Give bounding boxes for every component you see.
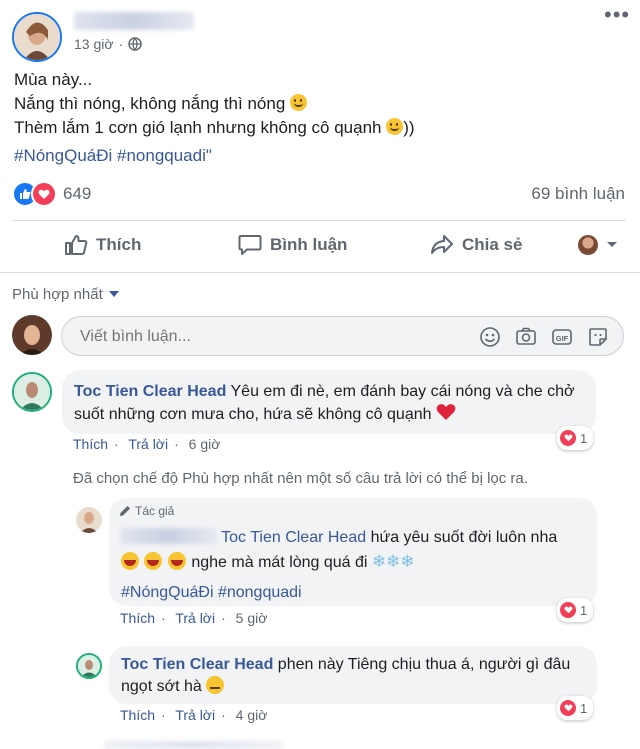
current-user-avatar bbox=[12, 315, 52, 355]
share-button[interactable]: Chia sẻ bbox=[430, 234, 522, 256]
thumbs-up-icon bbox=[65, 235, 88, 255]
comment-bubble: Toc Tien Clear Head Yêu em đi nè, em đán… bbox=[62, 370, 596, 434]
pencil-icon bbox=[120, 506, 130, 516]
love-reaction-icon bbox=[560, 700, 576, 716]
comment-author[interactable]: Toc Tien Clear Head bbox=[74, 383, 226, 400]
dot-separator: · bbox=[118, 36, 124, 52]
reply-avatar[interactable] bbox=[76, 653, 102, 679]
reply-reaction-count: 1 bbox=[580, 700, 588, 716]
post-line: Thèm lắm 1 cơn gió lạnh nhưng không cô q… bbox=[14, 118, 415, 137]
poster-photo bbox=[14, 14, 60, 60]
filter-notice: Đã chọn chế độ Phù hợp nhất nên một số c… bbox=[73, 470, 528, 487]
post-options-icon[interactable]: ••• bbox=[604, 2, 630, 28]
reply-avatar[interactable] bbox=[76, 507, 102, 533]
reply-time[interactable]: 5 giờ bbox=[236, 610, 268, 626]
comments-count[interactable]: 69 bình luận bbox=[531, 184, 625, 204]
reply-bubble: Tác giả Toc Tien Clear Head hứa yêu suốt… bbox=[109, 498, 597, 606]
svg-text:GIF: GIF bbox=[556, 334, 569, 343]
snowflake-emoji-icons: ❄❄❄ bbox=[371, 552, 415, 571]
comment-sort-dropdown[interactable]: Phù hợp nhất bbox=[12, 286, 119, 303]
caret-down-icon bbox=[607, 242, 617, 247]
emoji-icon[interactable] bbox=[479, 326, 501, 348]
reply-author-redacted[interactable] bbox=[121, 528, 217, 544]
persevering-emoji-icon bbox=[206, 676, 225, 694]
reaction-profile-selector[interactable] bbox=[578, 235, 618, 255]
sticker-icon[interactable] bbox=[587, 326, 609, 348]
share-icon bbox=[431, 235, 453, 254]
like-label: Thích bbox=[96, 235, 142, 254]
commenter-avatar[interactable] bbox=[12, 372, 52, 412]
post-line: Nắng thì nóng, không nắng thì nóng bbox=[14, 92, 415, 116]
reply-hashtags[interactable]: #NóngQuáĐi #nongquadi bbox=[121, 584, 302, 601]
gif-icon[interactable]: GIF bbox=[551, 326, 573, 348]
love-reaction-icon bbox=[31, 181, 57, 207]
divider bbox=[12, 220, 626, 221]
reply-author[interactable]: Toc Tien Clear Head bbox=[121, 656, 273, 673]
laughing-emoji-icons bbox=[121, 552, 191, 571]
reply-text: hứa yêu suốt đời luôn nha bbox=[370, 529, 558, 546]
comment-like-link[interactable]: Thích bbox=[73, 436, 108, 452]
author-badge-label: Tác giả bbox=[135, 504, 175, 518]
reaction-summary[interactable]: 649 bbox=[12, 181, 91, 207]
globe-icon bbox=[128, 37, 142, 51]
reply-bubble: Toc Tien Clear Head phen này Tiêng chịu … bbox=[109, 646, 597, 704]
post-hashtags[interactable]: #NóngQuáĐi #nongquadi" bbox=[14, 144, 415, 168]
share-label: Chia sẻ bbox=[462, 235, 523, 254]
reply-mention[interactable]: Toc Tien Clear Head bbox=[221, 529, 366, 546]
caret-down-icon bbox=[108, 291, 119, 297]
reply-time[interactable]: 4 giờ bbox=[236, 707, 268, 723]
reply-reply-link[interactable]: Trả lời bbox=[175, 610, 215, 626]
reply-reaction-count: 1 bbox=[580, 602, 588, 618]
love-reaction-icon bbox=[560, 430, 576, 446]
sort-label: Phù hợp nhất bbox=[12, 286, 103, 303]
comment-label: Bình luận bbox=[270, 235, 348, 254]
camera-icon[interactable] bbox=[515, 326, 537, 348]
divider bbox=[0, 272, 640, 273]
red-heart-emoji-icon bbox=[436, 403, 456, 428]
poster-avatar[interactable] bbox=[12, 12, 62, 62]
reply-reaction-chip[interactable]: 1 bbox=[557, 598, 594, 622]
love-reaction-icon bbox=[560, 602, 576, 618]
like-button[interactable]: Thích bbox=[64, 234, 141, 256]
comment-icon bbox=[238, 235, 262, 255]
reactions-count[interactable]: 649 bbox=[63, 184, 91, 204]
comment-time[interactable]: 6 giờ bbox=[189, 436, 221, 452]
comment-button[interactable]: Bình luận bbox=[238, 234, 347, 256]
comment-reply-link[interactable]: Trả lời bbox=[128, 436, 168, 452]
reply-reply-link[interactable]: Trả lời bbox=[175, 707, 215, 723]
comment-reaction-count: 1 bbox=[580, 430, 588, 446]
reply-like-link[interactable]: Thích bbox=[120, 707, 155, 723]
post-line: Mùa này... bbox=[14, 70, 93, 89]
smile-emoji-icon bbox=[290, 94, 308, 111]
small-avatar bbox=[578, 235, 598, 255]
comment-input[interactable] bbox=[78, 325, 462, 349]
comment-reaction-chip[interactable]: 1 bbox=[557, 426, 594, 450]
reply-text-2: nghe mà mát lòng quá đi bbox=[191, 554, 368, 571]
post-body: Mùa này... Nắng thì nóng, không nắng thì… bbox=[14, 68, 415, 168]
post-time[interactable]: 13 giờ bbox=[74, 36, 114, 52]
reply-like-link[interactable]: Thích bbox=[120, 610, 155, 626]
smile-emoji-icon bbox=[386, 118, 404, 135]
reply-reaction-chip[interactable]: 1 bbox=[557, 696, 594, 720]
comment-composer[interactable]: GIF bbox=[61, 316, 624, 356]
poster-name-redacted[interactable] bbox=[74, 12, 194, 30]
author-badge: Tác giả bbox=[119, 504, 174, 518]
